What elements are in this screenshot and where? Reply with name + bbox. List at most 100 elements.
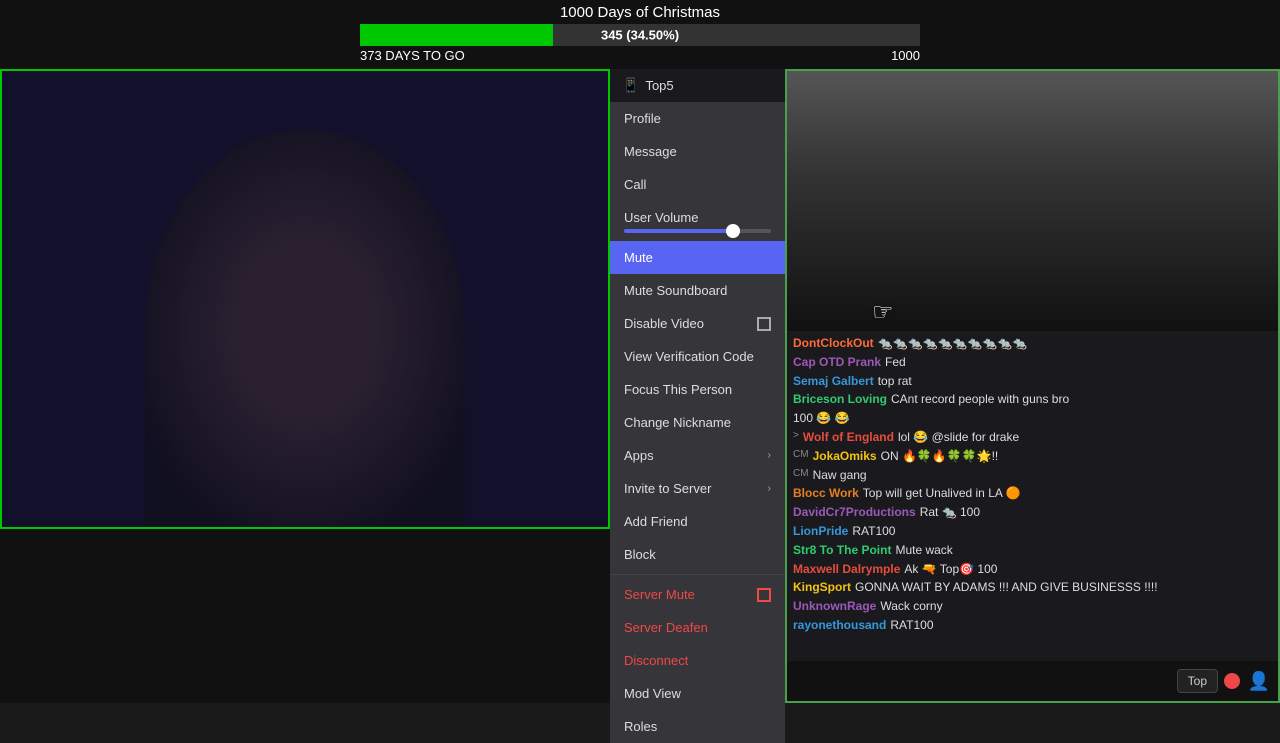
chat-text: Naw gang bbox=[813, 467, 1272, 484]
chat-message: DavidCr7ProductionsRat 🐀 100 bbox=[793, 504, 1272, 521]
menu-item-mod-view[interactable]: Mod View bbox=[610, 677, 785, 710]
right-panel: DontClockOut🐀🐀🐀🐀🐀🐀🐀🐀🐀🐀 Cap OTD PrankFed Se… bbox=[785, 69, 1280, 703]
chat-text: Rat 🐀 100 bbox=[920, 504, 1272, 521]
chat-text: CAnt record people with guns bro bbox=[891, 391, 1272, 408]
menu-item-mute[interactable]: Mute bbox=[610, 241, 785, 274]
chat-message: DontClockOut🐀🐀🐀🐀🐀🐀🐀🐀🐀🐀 bbox=[793, 335, 1272, 352]
chat-message: Semaj Galberttop rat bbox=[793, 373, 1272, 390]
chat-text: Mute wack bbox=[895, 542, 1272, 559]
chat-text: RAT100 bbox=[890, 617, 1272, 634]
video-overlay-area: 📱 Top5 bbox=[610, 69, 785, 102]
menu-item-mute-soundboard[interactable]: Mute Soundboard bbox=[610, 274, 785, 307]
chat-username[interactable]: LionPride bbox=[793, 523, 848, 540]
disable-video-checkbox[interactable] bbox=[757, 317, 771, 331]
chat-username[interactable]: UnknownRage bbox=[793, 598, 876, 615]
chat-text: Top will get Unalived in LA 🟠 bbox=[863, 485, 1272, 502]
scroll-to-top-button[interactable]: Top bbox=[1177, 669, 1218, 693]
progress-text: 345 (34.50%) bbox=[601, 28, 679, 43]
chat-message: CM Naw gang bbox=[793, 467, 1272, 484]
chat-text: GONNA WAIT BY ADAMS !!! AND GIVE BUSINES… bbox=[855, 579, 1272, 596]
days-left-label: 373 DAYS TO GO bbox=[360, 48, 465, 63]
chat-badge: CM bbox=[793, 448, 809, 462]
menu-item-roles[interactable]: Roles bbox=[610, 710, 785, 743]
chat-message: LionPrideRAT100 bbox=[793, 523, 1272, 540]
chat-message: Str8 To The PointMute wack bbox=[793, 542, 1272, 559]
scroll-top-label: Top bbox=[1188, 674, 1207, 688]
chat-text: Wack corny bbox=[880, 598, 1272, 615]
chat-username[interactable]: Wolf of England bbox=[803, 429, 894, 446]
recording-indicator bbox=[1224, 673, 1240, 689]
menu-item-apps[interactable]: Apps › bbox=[610, 439, 785, 472]
chat-bottom-bar: Top 👤 bbox=[787, 661, 1278, 701]
context-menu: Profile Message Call User Volume Mute bbox=[610, 102, 785, 743]
chat-username[interactable]: KingSport bbox=[793, 579, 851, 596]
chat-username[interactable]: DontClockOut bbox=[793, 335, 874, 352]
left-video-feed bbox=[0, 69, 610, 529]
menu-item-call[interactable]: Call bbox=[610, 168, 785, 201]
chat-message: > Wolf of Englandlol 😂 @slide for drake bbox=[793, 429, 1272, 446]
chat-username[interactable]: rayonethousand bbox=[793, 617, 886, 634]
person-icon[interactable]: 👤 bbox=[1248, 671, 1270, 692]
top-banner: 1000 Days of Christmas 345 (34.50%) 373 … bbox=[0, 0, 1280, 69]
menu-item-invite-to-server[interactable]: Invite to Server › bbox=[610, 472, 785, 505]
menu-item-view-verification-code[interactable]: View Verification Code bbox=[610, 340, 785, 373]
menu-item-server-mute[interactable]: Server Mute bbox=[610, 578, 785, 611]
menu-item-add-friend[interactable]: Add Friend bbox=[610, 505, 785, 538]
chat-username[interactable]: Str8 To The Point bbox=[793, 542, 891, 559]
chat-text: 100 😂 😂 bbox=[793, 410, 1272, 427]
chat-username[interactable]: Briceson Loving bbox=[793, 391, 887, 408]
right-video-background bbox=[787, 71, 1278, 331]
left-video-panel bbox=[0, 69, 610, 529]
chat-username[interactable]: DavidCr7Productions bbox=[793, 504, 916, 521]
top5-bar[interactable]: 📱 Top5 bbox=[610, 69, 686, 102]
chat-text: ON 🔥🍀🔥🍀🍀🌟!! bbox=[881, 448, 1272, 465]
chat-username[interactable]: Blocc Work bbox=[793, 485, 859, 502]
volume-thumb bbox=[726, 224, 740, 238]
right-video-feed bbox=[787, 71, 1278, 331]
invite-arrow: › bbox=[768, 483, 771, 494]
chat-message: Briceson LovingCAnt record people with g… bbox=[793, 391, 1272, 408]
progress-bar-fill bbox=[360, 24, 553, 46]
chat-text: lol 😂 @slide for drake bbox=[898, 429, 1272, 446]
chat-message: CM JokaOmiksON 🔥🍀🔥🍀🍀🌟!! bbox=[793, 448, 1272, 465]
left-column bbox=[0, 69, 610, 703]
chat-message: rayonethousandRAT100 bbox=[793, 617, 1272, 634]
menu-item-disconnect[interactable]: Disconnect bbox=[610, 644, 785, 677]
mobile-icon: 📱 bbox=[622, 77, 639, 94]
mute-checkbox[interactable] bbox=[757, 251, 771, 265]
menu-item-message[interactable]: Message bbox=[610, 135, 785, 168]
chat-message: Cap OTD PrankFed bbox=[793, 354, 1272, 371]
banner-title: 1000 Days of Christmas bbox=[0, 4, 1280, 21]
chat-text: Fed bbox=[885, 354, 1272, 371]
chat-message: Maxwell DalrympleAk 🔫 Top🎯 100 bbox=[793, 561, 1272, 578]
menu-item-profile[interactable]: Profile bbox=[610, 102, 785, 135]
chat-area: DontClockOut🐀🐀🐀🐀🐀🐀🐀🐀🐀🐀 Cap OTD PrankFed Se… bbox=[787, 331, 1278, 661]
person-silhouette bbox=[145, 129, 465, 529]
chat-text: Ak 🔫 Top🎯 100 bbox=[904, 561, 1272, 578]
menu-item-server-deafen[interactable]: Server Deafen bbox=[610, 611, 785, 644]
chat-badge: CM bbox=[793, 467, 809, 481]
menu-item-block[interactable]: Block bbox=[610, 538, 785, 571]
volume-slider[interactable] bbox=[624, 229, 771, 233]
chat-badge: > bbox=[793, 429, 799, 443]
menu-item-disable-video[interactable]: Disable Video bbox=[610, 307, 785, 340]
volume-fill bbox=[624, 229, 734, 233]
chat-message: 100 😂 😂 bbox=[793, 410, 1272, 427]
top5-label: Top5 bbox=[645, 78, 673, 93]
progress-bottom: 373 DAYS TO GO 1000 bbox=[360, 48, 920, 67]
menu-item-user-volume: User Volume bbox=[610, 201, 785, 227]
server-mute-checkbox[interactable] bbox=[757, 588, 771, 602]
chat-text: top rat bbox=[878, 373, 1272, 390]
volume-slider-row bbox=[610, 227, 785, 241]
menu-item-focus-this-person[interactable]: Focus This Person bbox=[610, 373, 785, 406]
chat-username[interactable]: JokaOmiks bbox=[813, 448, 877, 465]
chat-username[interactable]: Maxwell Dalrymple bbox=[793, 561, 900, 578]
menu-item-change-nickname[interactable]: Change Nickname bbox=[610, 406, 785, 439]
chat-message: UnknownRageWack corny bbox=[793, 598, 1272, 615]
chat-text: RAT100 bbox=[852, 523, 1272, 540]
chat-message: KingSportGONNA WAIT BY ADAMS !!! AND GIV… bbox=[793, 579, 1272, 596]
chat-username[interactable]: Cap OTD Prank bbox=[793, 354, 881, 371]
chat-message: Blocc WorkTop will get Unalived in LA 🟠 bbox=[793, 485, 1272, 502]
apps-arrow: › bbox=[768, 450, 771, 461]
chat-username[interactable]: Semaj Galbert bbox=[793, 373, 874, 390]
